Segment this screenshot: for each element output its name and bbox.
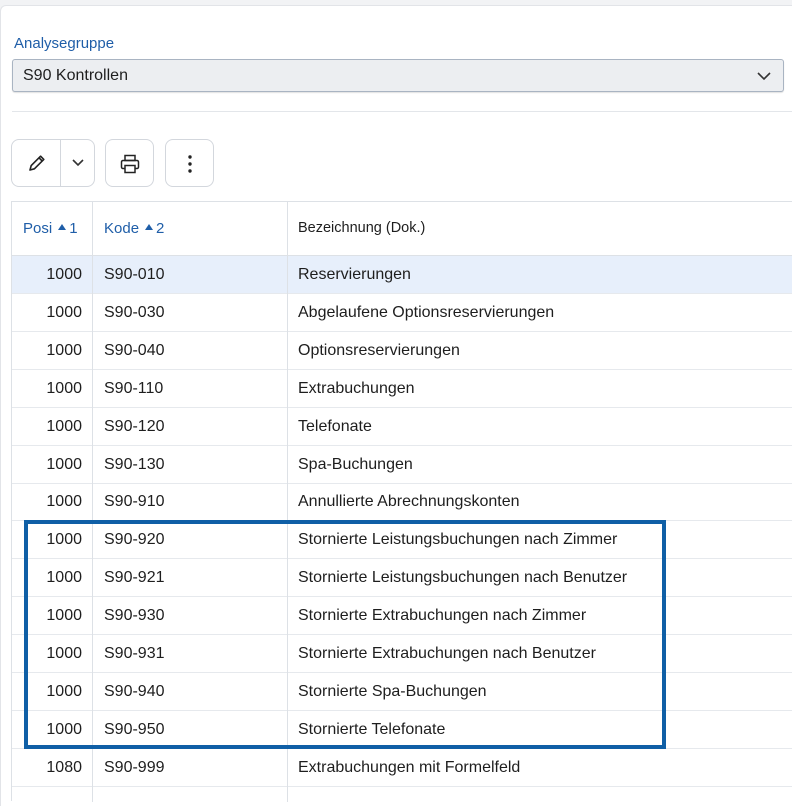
cell-kode: S90-030 bbox=[104, 303, 165, 321]
table-row[interactable]: 1000 S90-921 Stornierte Leistungsbuchungen… bbox=[12, 559, 792, 598]
printer-icon bbox=[120, 154, 140, 174]
cell-bezeichnung: Abgelaufene Optionsreservierungen bbox=[298, 303, 555, 321]
table-row[interactable]: 1000 S90-910 Annullierte Abrechnungskonten bbox=[12, 483, 792, 522]
cell-bezeichnung: Stornierte Leistungsbuchungen nach Benut… bbox=[298, 569, 628, 587]
table-row[interactable]: 1000 S90-930 Stornierte Extrabuchungen nac… bbox=[12, 597, 792, 636]
edit-button[interactable] bbox=[12, 140, 60, 186]
cell-position: 1000 bbox=[46, 379, 82, 397]
cell-position: 1000 bbox=[46, 569, 82, 587]
cell-bezeichnung: Telefonate bbox=[298, 417, 372, 435]
column-label-position: Posi bbox=[23, 220, 53, 237]
cell-kode: S90-920 bbox=[104, 531, 165, 549]
cell-position: 1000 bbox=[46, 607, 82, 625]
chevron-down-icon bbox=[72, 159, 84, 167]
grid-header: Posi 1 Kode 2 Bezeichnung (Dok.) bbox=[12, 202, 792, 256]
table-row[interactable]: 1000 S90-010 Reservierungen bbox=[12, 256, 792, 294]
cell-bezeichnung: Extrabuchungen mit Formelfeld bbox=[298, 758, 521, 776]
cell-kode: S90-999 bbox=[104, 758, 165, 776]
more-vertical-icon bbox=[188, 155, 192, 173]
more-options-button[interactable] bbox=[165, 139, 214, 187]
cell-kode: S90-930 bbox=[104, 607, 165, 625]
table-row[interactable]: 1000 S90-110 Extrabuchungen bbox=[12, 370, 792, 408]
cell-kode: S90-130 bbox=[104, 455, 165, 473]
cell-position: 1000 bbox=[46, 645, 82, 662]
cell-kode: S90-040 bbox=[104, 341, 165, 359]
cell-kode: S90-120 bbox=[104, 417, 165, 435]
column-divider bbox=[92, 202, 93, 802]
chevron-down-icon bbox=[757, 72, 771, 81]
cell-kode: S90-110 bbox=[104, 379, 164, 397]
column-label-bezeichnung: Bezeichnung (Dok.) bbox=[298, 220, 426, 236]
content-panel: Analysegruppe S90 Kontrollen Posi 1 Kode… bbox=[0, 5, 792, 806]
print-button[interactable] bbox=[105, 139, 154, 187]
cell-bezeichnung: Stornierte Spa-Buchungen bbox=[298, 682, 487, 700]
sort-order: 1 bbox=[69, 220, 78, 237]
sort-ascending-icon bbox=[145, 224, 154, 230]
table-row[interactable]: 1000 S90-120 Telefonate bbox=[12, 408, 792, 446]
cell-bezeichnung: Stornierte Telefonate bbox=[298, 720, 446, 738]
table-row[interactable]: 1000 S90-130 Spa-Buchungen bbox=[12, 446, 792, 484]
cell-position: 1000 bbox=[46, 455, 82, 473]
table-row[interactable]: 1000 S90-940 Stornierte Spa-Buchungen bbox=[12, 673, 792, 711]
cell-position: 1000 bbox=[46, 303, 82, 321]
table-row[interactable]: 1000 S90-931 Stornierte Extrabuchungen nac… bbox=[12, 635, 792, 673]
column-label-kode: Kode bbox=[104, 220, 140, 237]
cell-position: 1000 bbox=[46, 266, 82, 283]
cell-bezeichnung: Stornierte Extrabuchungen nach Zimmer bbox=[298, 607, 587, 625]
cell-position: 1000 bbox=[46, 531, 82, 549]
sort-indicator: 2 bbox=[145, 202, 164, 255]
cell-bezeichnung: Stornierte Leistungsbuchungen nach Zimme… bbox=[298, 531, 618, 549]
sort-ascending-icon bbox=[58, 224, 67, 230]
analysis-grid: Posi 1 Kode 2 Bezeichnung (Dok.) 1000 S90-0… bbox=[11, 201, 792, 802]
cell-bezeichnung: Stornierte Extrabuchungen nach Benutzer bbox=[298, 645, 596, 662]
sort-indicator: 1 bbox=[58, 202, 78, 255]
analysis-group-value: S90 Kontrollen bbox=[23, 67, 128, 84]
analysis-group-label: Analysegruppe bbox=[14, 35, 115, 52]
cell-kode: S90-910 bbox=[104, 493, 165, 511]
cell-kode: S90-940 bbox=[104, 682, 165, 700]
cell-bezeichnung: Optionsreservierungen bbox=[298, 341, 460, 359]
cell-kode: S90-950 bbox=[104, 720, 165, 738]
column-header-position[interactable]: Posi 1 bbox=[23, 202, 93, 255]
sort-order: 2 bbox=[156, 220, 165, 237]
cell-kode: S90-931 bbox=[104, 645, 165, 662]
analysis-group-select[interactable]: S90 Kontrollen bbox=[12, 59, 784, 92]
cell-position: 1080 bbox=[46, 758, 82, 776]
cell-position: 1000 bbox=[46, 417, 82, 435]
cell-position: 1000 bbox=[46, 341, 82, 359]
pencil-icon bbox=[29, 155, 45, 171]
cell-bezeichnung: Reservierungen bbox=[298, 266, 411, 283]
column-header-bezeichnung[interactable]: Bezeichnung (Dok.) bbox=[298, 202, 778, 255]
cell-position: 1000 bbox=[46, 720, 82, 738]
cell-bezeichnung: Extrabuchungen bbox=[298, 379, 415, 397]
edit-dropdown-button[interactable] bbox=[61, 140, 95, 186]
table-row[interactable]: 1000 S90-040 Optionsreservierungen bbox=[12, 332, 792, 370]
column-header-kode[interactable]: Kode 2 bbox=[104, 202, 284, 255]
cell-kode: S90-010 bbox=[104, 266, 165, 283]
table-row[interactable]: 1000 S90-920 Stornierte Leistungsbuchungen… bbox=[12, 521, 792, 560]
table-row[interactable]: 1000 S90-950 Stornierte Telefonate bbox=[12, 711, 792, 749]
column-divider bbox=[287, 202, 288, 802]
edit-split-button bbox=[11, 139, 95, 187]
cell-position: 1000 bbox=[46, 493, 82, 511]
table-row[interactable]: 1000 S90-030 Abgelaufene Optionsreservieru… bbox=[12, 294, 792, 332]
section-divider bbox=[12, 111, 792, 112]
cell-bezeichnung: Annullierte Abrechnungskonten bbox=[298, 493, 520, 511]
cell-position: 1000 bbox=[46, 682, 82, 700]
cell-bezeichnung: Spa-Buchungen bbox=[298, 455, 413, 473]
cell-kode: S90-921 bbox=[104, 569, 165, 587]
table-row[interactable]: 1080 S90-999 Extrabuchungen mit Formelfeld bbox=[12, 749, 792, 787]
